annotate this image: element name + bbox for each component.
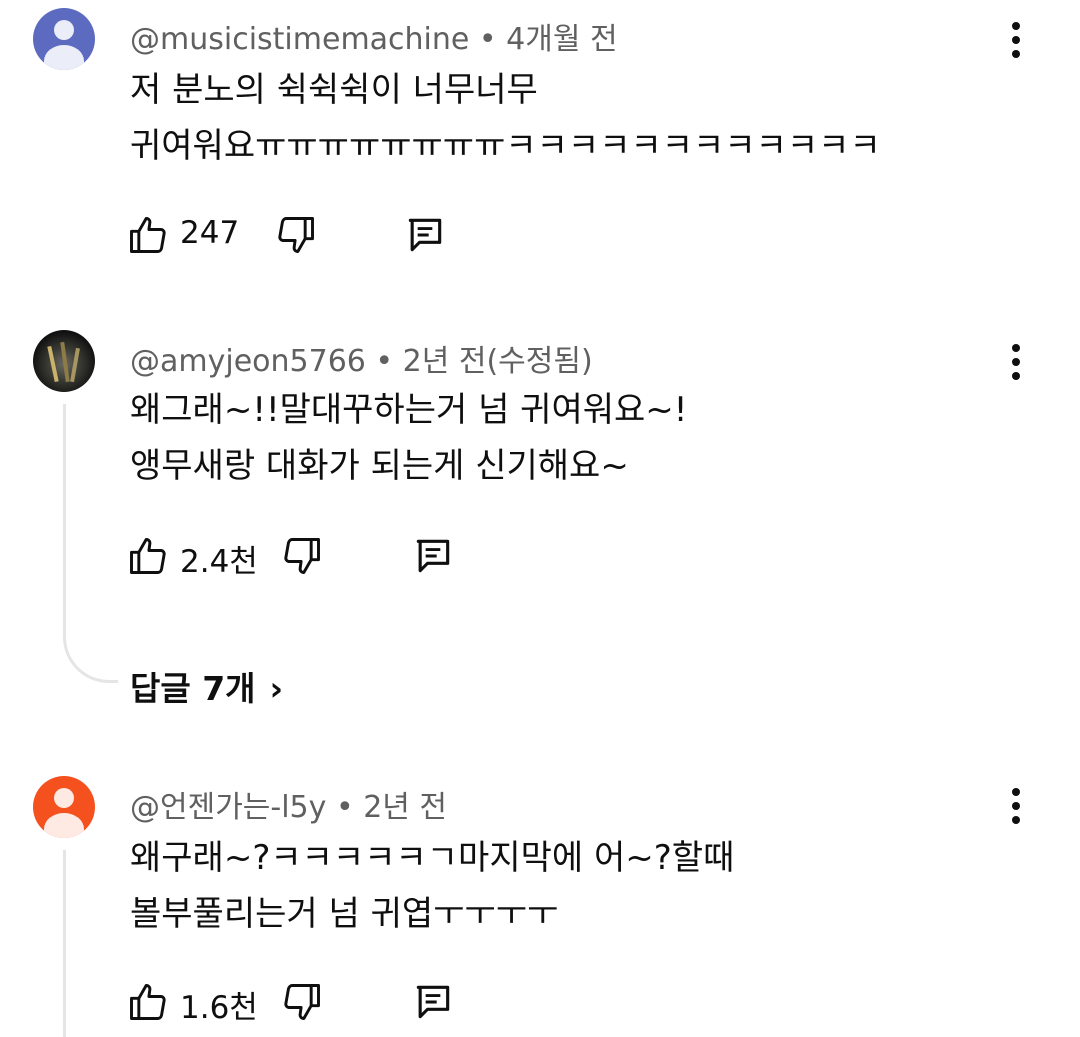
- author-name[interactable]: @musicistimemachine: [130, 22, 469, 57]
- dislike-button[interactable]: [280, 980, 324, 1024]
- thumbs-down-icon: [284, 984, 320, 1020]
- timestamp[interactable]: 2년 전: [363, 790, 447, 825]
- avatar[interactable]: [33, 8, 95, 70]
- comment-icon: [416, 985, 450, 1019]
- thumbs-down-icon: [278, 217, 314, 253]
- like-button[interactable]: 247: [126, 213, 246, 257]
- timestamp[interactable]: 2년 전(수정됨): [403, 344, 593, 379]
- thumbs-down-icon: [284, 538, 320, 574]
- comment-text: 저 분노의 쉭쉭쉭이 너무너무 귀여워요ㅠㅠㅠㅠㅠㅠㅠㅠㅋㅋㅋㅋㅋㅋㅋㅋㅋㅋㅋㅋ: [130, 70, 881, 166]
- more-options-button[interactable]: [1008, 342, 1024, 382]
- chevron-right-icon: ›: [269, 669, 284, 708]
- thumbs-up-icon: [130, 984, 166, 1020]
- comment-icon: [408, 218, 442, 252]
- reply-button[interactable]: [410, 980, 456, 1024]
- reply-button[interactable]: [402, 213, 448, 257]
- like-button[interactable]: 2.4천: [126, 534, 266, 580]
- thread-connector: [63, 404, 118, 683]
- view-replies-button[interactable]: 답글 7개 ›: [130, 662, 283, 710]
- comment-meta: @amyjeon5766 • 2년 전(수정됨): [130, 344, 593, 379]
- like-count: 2.4천: [180, 544, 258, 580]
- like-count: 1.6천: [180, 990, 258, 1026]
- comment-icon: [416, 539, 450, 573]
- like-count: 247: [180, 215, 240, 251]
- more-options-button[interactable]: [1008, 20, 1024, 60]
- comment-text: 왜구래~?ㅋㅋㅋㅋㅋㄱ마지막에 어~?할때 볼부풀리는거 넘 귀엽ㅜㅜㅜㅜ: [130, 838, 735, 934]
- like-button[interactable]: 1.6천: [126, 980, 266, 1026]
- thumbs-up-icon: [130, 217, 166, 253]
- author-name[interactable]: @언젠가는-l5y: [130, 790, 326, 825]
- timestamp[interactable]: 4개월 전: [506, 22, 617, 57]
- reply-button[interactable]: [410, 534, 456, 578]
- comment-meta: @musicistimemachine • 4개월 전: [130, 22, 618, 57]
- thumbs-up-icon: [130, 538, 166, 574]
- comment-meta: @언젠가는-l5y • 2년 전: [130, 790, 448, 825]
- avatar[interactable]: [33, 776, 95, 838]
- dislike-button[interactable]: [280, 534, 324, 578]
- author-name[interactable]: @amyjeon5766: [130, 344, 366, 379]
- more-options-button[interactable]: [1008, 786, 1024, 826]
- dislike-button[interactable]: [274, 213, 318, 257]
- avatar[interactable]: [33, 330, 95, 392]
- thread-connector: [63, 850, 118, 1037]
- comment-text: 왜그래~!!말대꾸하는거 넘 귀여워요~! 앵무새랑 대화가 되는게 신기해요~: [130, 390, 688, 486]
